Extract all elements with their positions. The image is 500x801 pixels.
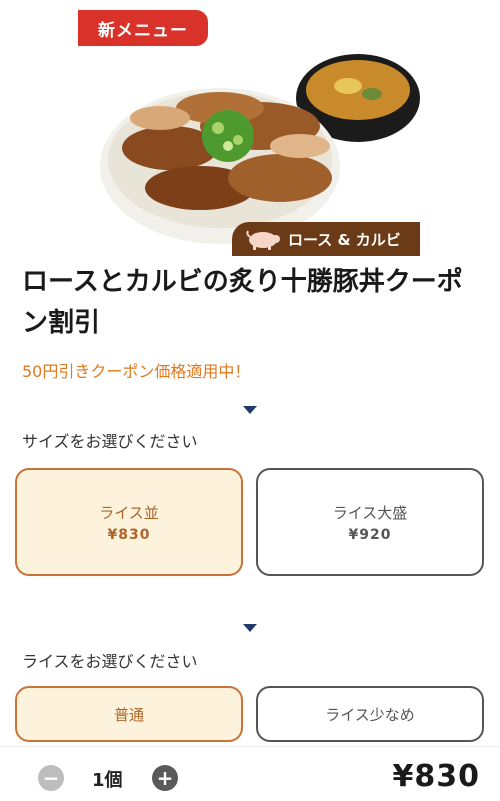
size-option-large[interactable]: ライス大盛 ¥920	[256, 468, 484, 576]
option-name: ライス並	[99, 503, 159, 522]
rice-option-normal[interactable]: 普通	[15, 686, 243, 742]
quantity-value: 1個	[92, 770, 123, 791]
product-hero: 新メニュー ロース & カルビ	[0, 0, 500, 258]
option-price: ¥920	[348, 526, 392, 543]
size-section-label: サイズをお選びください	[22, 432, 198, 451]
tag-label: ロース & カルビ	[288, 230, 401, 249]
product-title: ロースとカルビの炙り十勝豚丼クーポン割引	[22, 267, 463, 338]
rice-section-label: ライスをお選びください	[22, 652, 198, 671]
chevron-down-icon	[243, 624, 257, 632]
new-menu-badge: 新メニュー	[78, 10, 208, 46]
rice-option-less[interactable]: ライス少なめ	[256, 686, 484, 742]
increase-quantity-button[interactable]: +	[152, 765, 178, 791]
size-option-regular[interactable]: ライス並 ¥830	[15, 468, 243, 576]
option-name: ライス大盛	[332, 503, 408, 522]
option-price: ¥830	[107, 526, 151, 543]
order-bottom-bar: − 1個 + ¥830	[0, 746, 500, 801]
butadon-food-image	[100, 54, 420, 244]
loin-karubi-tag: ロース & カルビ	[232, 222, 420, 256]
pig-icon	[246, 230, 280, 250]
total-price: ¥830	[392, 759, 480, 794]
chevron-down-icon	[243, 406, 257, 414]
coupon-promo-text: 50円引きクーポン価格適用中！	[22, 362, 251, 381]
decrease-quantity-button[interactable]: −	[38, 765, 64, 791]
